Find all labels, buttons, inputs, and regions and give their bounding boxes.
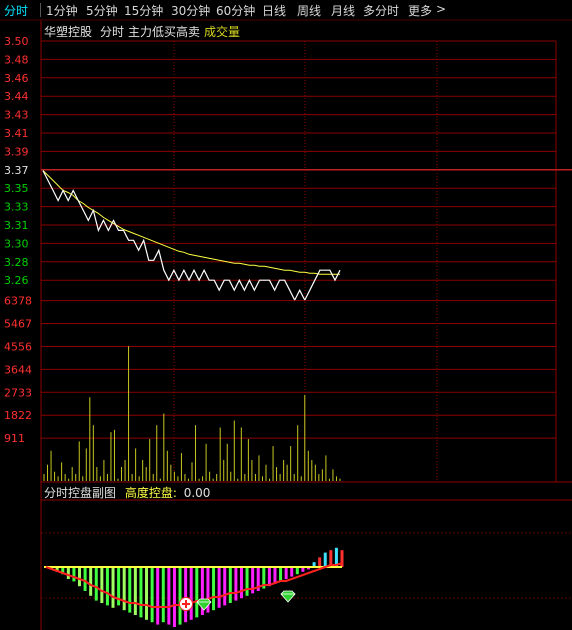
volume-tick-label: 4556 <box>4 340 32 353</box>
price-tick-label: 3.30 <box>4 237 29 250</box>
price-tick-label: 3.31 <box>4 219 29 232</box>
sub-panel-title: 分时控盘副图 <box>44 486 117 500</box>
price-tick-label: 3.35 <box>4 182 29 195</box>
price-tick-label: 3.33 <box>4 201 29 214</box>
sub-panel-indicator: 高度控盘: <box>124 486 177 500</box>
price-tick-label: 3.50 <box>4 35 29 48</box>
volume-tick-label: 911 <box>4 432 25 445</box>
avg-price-line <box>42 170 340 275</box>
price-tick-label: 3.43 <box>4 109 29 122</box>
chart-area[interactable]: 3.50 3.48 3.46 3.44 3.43 3.41 3.39 3.37 3.35 3.33… <box>0 0 572 630</box>
volume-tick-label: 1822 <box>4 409 32 422</box>
price-tick-label: 3.46 <box>4 72 29 85</box>
price-tick-label: 3.28 <box>4 256 29 269</box>
price-tick-label: 3.44 <box>4 90 29 103</box>
green-gem-icon <box>280 590 296 603</box>
price-tick-label: 3.48 <box>4 53 29 66</box>
price-tick-label: 3.37 <box>4 164 29 177</box>
volume-tick-label: 2733 <box>4 386 32 399</box>
price-tick-label: 3.39 <box>4 145 29 158</box>
volume-tick-label: 5467 <box>4 318 32 331</box>
volume-tick-label: 3644 <box>4 363 32 376</box>
price-tick-label: 3.41 <box>4 127 29 140</box>
volume-tick-label: 6378 <box>4 295 32 308</box>
sub-panel-value: 0.00 <box>183 486 211 500</box>
sub-panel-title-bar: 分时控盘副图 高度控盘: 0.00 <box>44 484 210 501</box>
price-tick-label: 3.26 <box>4 274 29 287</box>
plus-circle-icon <box>179 597 193 611</box>
